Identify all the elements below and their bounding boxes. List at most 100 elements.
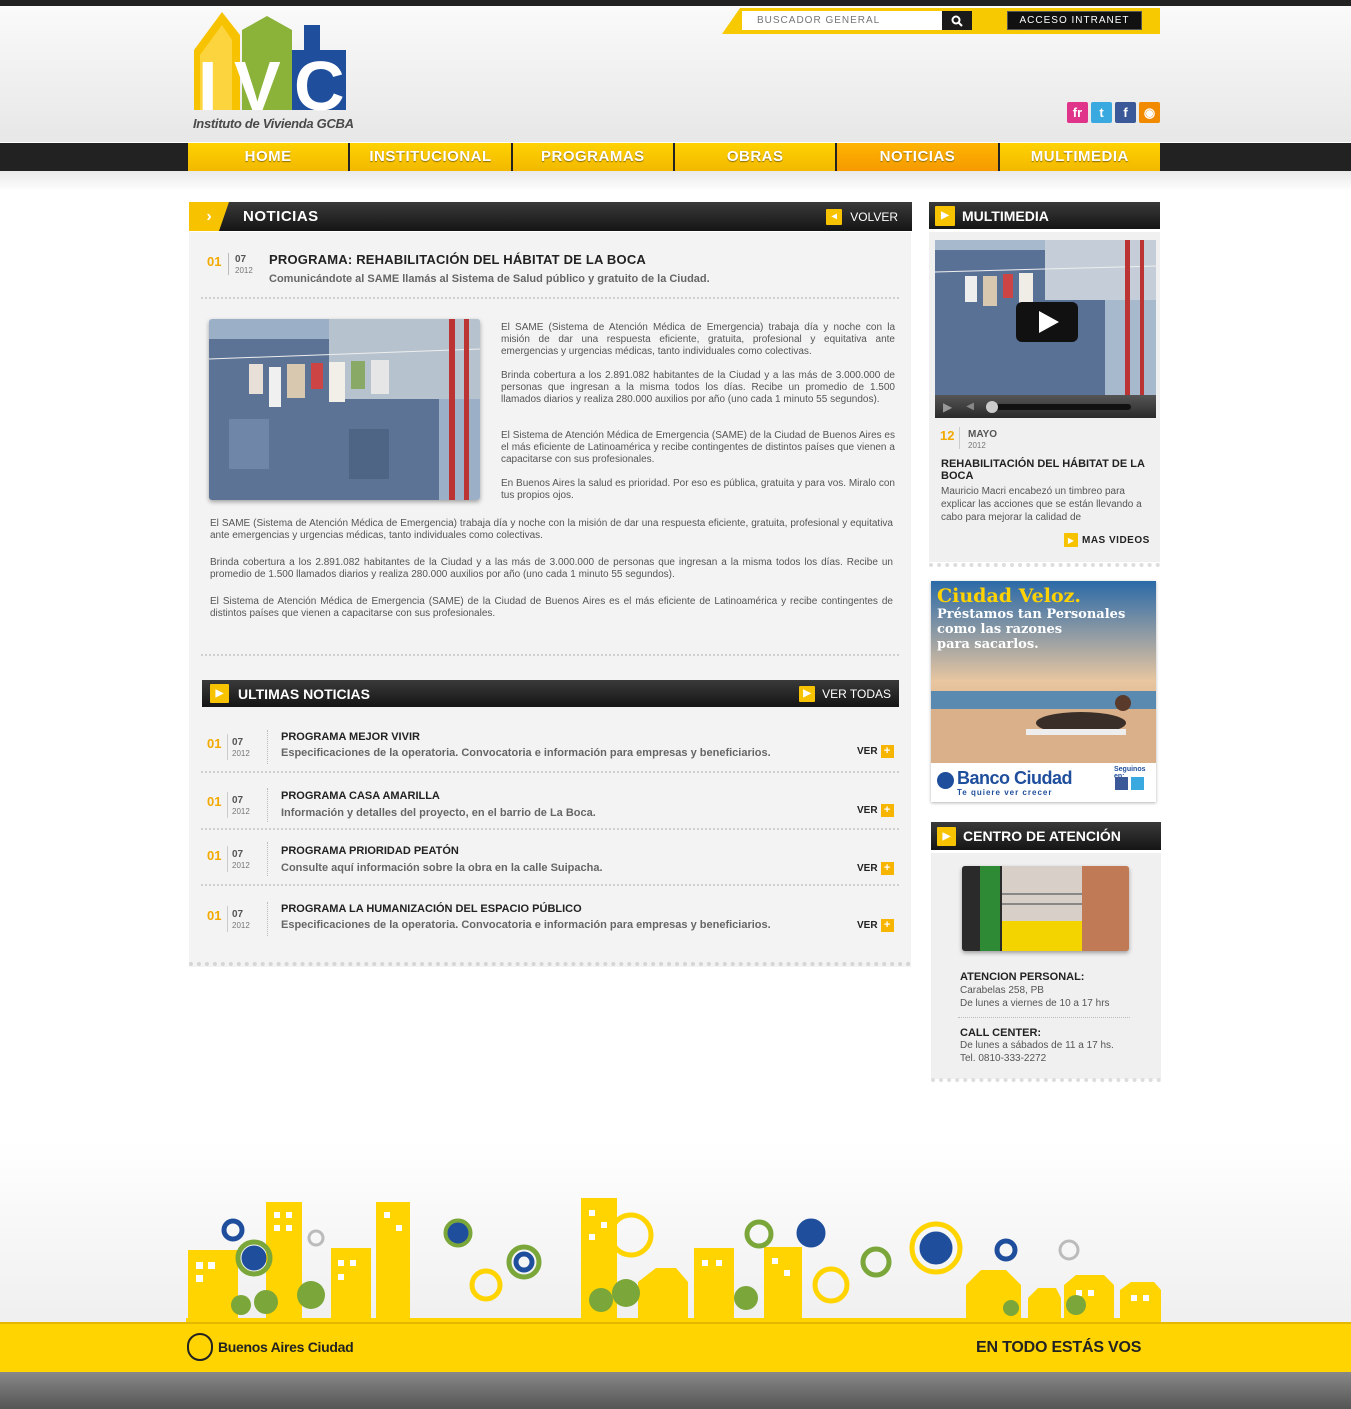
multimedia-header: ▶ MULTIMEDIA: [929, 202, 1160, 229]
item-divider: [267, 842, 268, 876]
twitter-icon[interactable]: [1131, 777, 1144, 790]
latest-item-title[interactable]: PROGRAMA MEJOR VIVIR: [281, 731, 420, 743]
personal-address: Carabelas 258, PB: [960, 985, 1044, 996]
back-link[interactable]: ◂ VOLVER: [826, 208, 898, 225]
search-input[interactable]: [742, 11, 942, 30]
video-controls: ▶ ◀: [935, 395, 1156, 418]
item-year: 2012: [232, 807, 250, 816]
city-seal-icon: [187, 1333, 213, 1361]
bank-slogan: Te quiere ver crecer: [957, 788, 1053, 797]
box-bottom: [931, 1078, 1161, 1082]
item-month: 07: [232, 795, 244, 806]
latest-title: ULTIMAS NOTICIAS: [238, 685, 370, 702]
news-subtitle: Comunicándote al SAME llamás al Sistema …: [269, 273, 710, 285]
callcenter-label: CALL CENTER:: [960, 1027, 1042, 1039]
news-photo: [209, 319, 480, 500]
latest-item-title[interactable]: PROGRAMA LA HUMANIZACIÓN DEL ESPACIO PÚB…: [281, 903, 582, 915]
ver-button[interactable]: VER +: [857, 804, 894, 817]
see-all-link[interactable]: ▶ VER TODAS: [799, 685, 891, 702]
news-title: PROGRAMA: REHABILITACIÓN DEL HÁBITAT DE …: [269, 252, 646, 267]
video-desc: Mauricio Macri encabezó un timbreo para …: [941, 486, 1142, 523]
intranet-button[interactable]: ACCESO INTRANET: [1007, 11, 1142, 30]
progress-handle[interactable]: [985, 400, 998, 413]
flickr-glyph: fr: [1072, 105, 1083, 120]
ad-tagline-line: como las razones: [937, 622, 1063, 637]
ad-tagline-line: Préstamos tan Personales: [937, 607, 1126, 622]
date-divider: [228, 253, 229, 275]
play-icon[interactable]: ▶: [943, 400, 952, 414]
nav-noticias[interactable]: NOTICIAS: [837, 143, 998, 171]
divider: [201, 654, 899, 656]
rss-glyph: ◉: [1143, 104, 1156, 120]
see-all-label: VER TODAS: [822, 686, 891, 701]
svg-text:V: V: [234, 47, 281, 120]
nav-programas[interactable]: PROGRAMAS: [512, 143, 673, 171]
back-arrow-icon: ◂: [826, 208, 843, 225]
news-paragraph-3: El Sistema de Atención Médica de Emergen…: [210, 596, 893, 619]
news-side-paragraph-1: El SAME (Sistema de Atención Médica de E…: [501, 322, 895, 357]
news-paragraph-1: El SAME (Sistema de Atención Médica de E…: [210, 518, 893, 541]
latest-item-title[interactable]: PROGRAMA PRIORIDAD PEATÓN: [281, 845, 459, 857]
multimedia-title: MULTIMEDIA: [962, 207, 1049, 224]
divider: [201, 297, 899, 299]
video-title[interactable]: REHABILITACIÓN DEL HÁBITAT DE LA BOCA: [941, 458, 1146, 482]
item-year: 2012: [232, 749, 250, 758]
twitter-icon[interactable]: t: [1091, 102, 1112, 123]
rss-icon[interactable]: ◉: [1139, 102, 1160, 123]
callcenter-phone: Tel. 0810-333-2272: [960, 1053, 1047, 1064]
more-videos-link[interactable]: ▶ MAS VIDEOS: [1064, 533, 1150, 547]
plus-icon: +: [880, 745, 894, 758]
logo-mark: I V C: [194, 12, 346, 125]
twitter-glyph: t: [1099, 105, 1104, 120]
latest-item-desc: Información y detalles del proyecto, en …: [281, 807, 596, 819]
ad-banner[interactable]: Ciudad Veloz. Préstamos tan Personales c…: [931, 581, 1156, 802]
svg-text:C: C: [294, 47, 345, 120]
ver-button[interactable]: VER +: [857, 862, 894, 875]
city-label[interactable]: Buenos Aires Ciudad: [218, 1339, 354, 1355]
ver-button[interactable]: VER +: [857, 919, 894, 932]
logo-caption: Instituto de Vivienda GCBA: [193, 116, 354, 131]
news-side-paragraph-4: En Buenos Aires la salud es prioridad. P…: [501, 478, 895, 501]
news-year: 2012: [235, 266, 253, 275]
facebook-icon[interactable]: [1115, 777, 1128, 790]
search-button[interactable]: [942, 11, 972, 30]
item-year: 2012: [232, 921, 250, 930]
latest-item-desc: Consulte aquí información sobre la obra …: [281, 862, 603, 874]
play-arrow-icon: ▶: [937, 826, 956, 846]
plus-icon: +: [880, 919, 894, 932]
item-month: 07: [232, 909, 244, 920]
ver-label: VER: [857, 746, 878, 757]
nav-home[interactable]: HOME: [188, 143, 349, 171]
nav-multimedia[interactable]: MULTIMEDIA: [999, 143, 1160, 171]
attention-title: CENTRO DE ATENCIÓN: [963, 828, 1121, 844]
play-arrow-icon: ▶: [210, 684, 229, 703]
chevron-right-icon: ›: [189, 202, 229, 231]
item-divider: [267, 730, 268, 764]
ver-label: VER: [857, 920, 878, 931]
news-side-paragraph-3: El Sistema de Atención Médica de Emergen…: [501, 430, 895, 465]
callcenter-hours: De lunes a sábados de 11 a 17 hs.: [960, 1040, 1114, 1051]
news-side-paragraph-2: Brinda cobertura a los 2.891.082 habitan…: [501, 370, 895, 405]
facebook-icon[interactable]: f: [1115, 102, 1136, 123]
video-day: 12: [940, 428, 955, 443]
search-icon: [951, 15, 963, 27]
ad-tagline: Préstamos tan Personales como las razone…: [937, 607, 1125, 652]
divider: [958, 1017, 1130, 1018]
latest-item-desc: Especificaciones de la operatoria. Convo…: [281, 747, 771, 759]
item-year: 2012: [232, 861, 250, 870]
nav-institucional[interactable]: INSTITUCIONAL: [350, 143, 511, 171]
video-player[interactable]: ▶ ◀: [935, 240, 1156, 418]
ad-footer: Banco Ciudad Te quiere ver crecer Seguin…: [931, 763, 1156, 802]
date-divider: [227, 734, 228, 760]
video-month: MAYO: [968, 429, 998, 440]
flickr-icon[interactable]: fr: [1067, 102, 1088, 123]
news-month: 07: [235, 254, 247, 265]
latest-item-title[interactable]: PROGRAMA CASA AMARILLA: [281, 790, 440, 802]
ver-button[interactable]: VER +: [857, 745, 894, 758]
video-progress[interactable]: [985, 400, 1131, 413]
item-month: 07: [232, 849, 244, 860]
play-arrow-icon: ▶: [935, 205, 955, 226]
nav-obras[interactable]: OBRAS: [674, 143, 836, 171]
ver-label: VER: [857, 863, 878, 874]
volume-icon[interactable]: ◀: [966, 401, 974, 412]
